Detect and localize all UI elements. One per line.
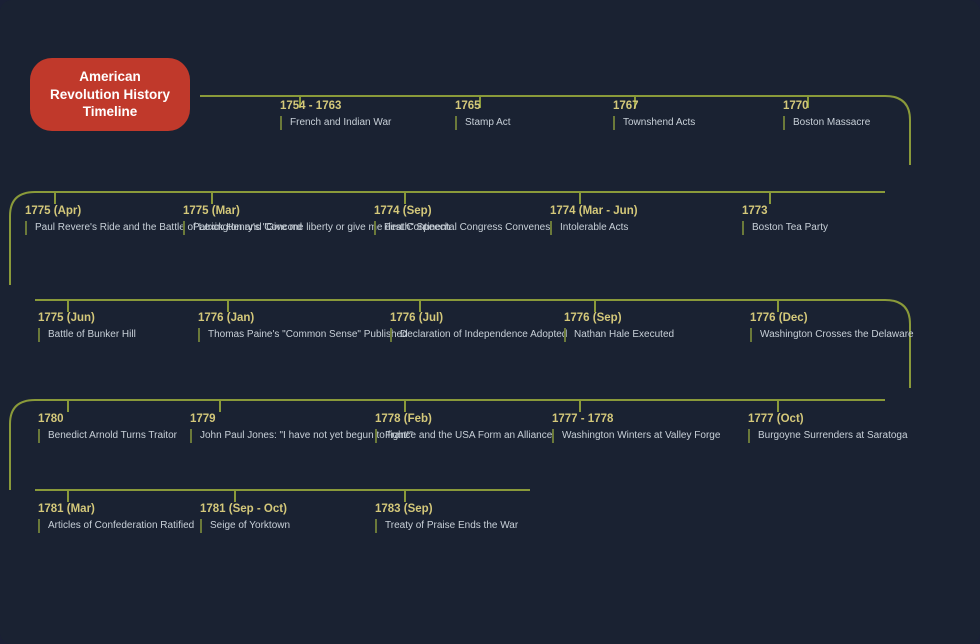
node-1777w: 1777 - 1778 Washington Winters at Valley… (552, 413, 720, 443)
node-1778: 1778 (Feb) France and the USA Form an Al… (375, 413, 552, 443)
node-1777oct: 1777 (Oct) Burgoyne Surrenders at Sarato… (748, 413, 908, 443)
node-1774mar: 1774 (Mar - Jun) Intolerable Acts (550, 205, 638, 235)
node-1774sep: 1774 (Sep) First Continental Congress Co… (374, 205, 550, 235)
node-1783: 1783 (Sep) Treaty of Praise Ends the War (375, 503, 518, 533)
node-1781sep: 1781 (Sep - Oct) Seige of Yorktown (200, 503, 290, 533)
node-1780: 1780 Benedict Arnold Turns Traitor (38, 413, 177, 443)
node-1770: 1770 Boston Massacre (783, 100, 870, 130)
node-1765: 1765 Stamp Act (455, 100, 511, 130)
node-1776sep: 1776 (Sep) Nathan Hale Executed (564, 312, 674, 342)
node-1754: 1754 - 1763 French and Indian War (280, 100, 391, 130)
timeline-canvas: American Revolution History Timeline 175… (0, 0, 980, 644)
node-1773: 1773 Boston Tea Party (742, 205, 828, 235)
node-1776jan: 1776 (Jan) Thomas Paine's "Common Sense"… (198, 312, 408, 342)
node-1767: 1767 Townshend Acts (613, 100, 695, 130)
node-1781mar: 1781 (Mar) Articles of Confederation Rat… (38, 503, 194, 533)
title-badge: American Revolution History Timeline (30, 58, 190, 131)
node-1775jun: 1775 (Jun) Battle of Bunker Hill (38, 312, 136, 342)
node-1776dec: 1776 (Dec) Washington Crosses the Delawa… (750, 312, 914, 342)
node-1776jul: 1776 (Jul) Declaration of Independence A… (390, 312, 567, 342)
